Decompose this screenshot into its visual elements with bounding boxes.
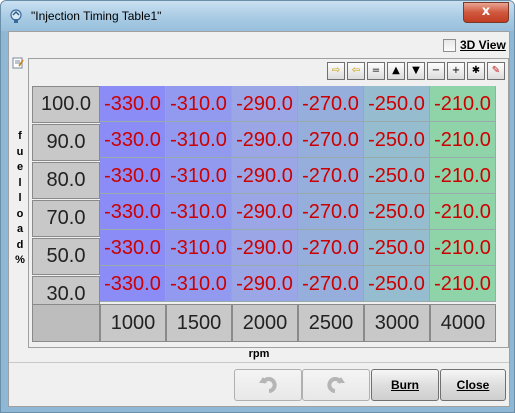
table-cell[interactable]: -290.0 [232,230,298,266]
table-cell[interactable]: -250.0 [364,194,430,230]
view-3d-toggle[interactable]: 3D View [443,37,506,53]
x-axis-label: rpm [248,348,270,360]
table-cell[interactable]: -310.0 [166,158,232,194]
table-cell[interactable]: -270.0 [298,230,364,266]
y-axis-label-letter: o [16,207,24,220]
table-panel: ⇨ ⇦ = ▲ ▼ − + ✱ ✎ 100.0 90.0 80.0 70.0 50.0 30.0 -330… [28,58,509,348]
arrow-right-icon[interactable]: ⇨ [327,62,345,80]
table-cell[interactable]: -310.0 [166,194,232,230]
burn-button[interactable]: Burn [371,369,439,401]
load-axis-cell[interactable]: 80.0 [32,162,100,199]
view-3d-label: 3D View [460,38,506,52]
rpm-axis-cell[interactable]: 2500 [298,304,364,342]
y-axis-label-letter: d [16,238,24,251]
load-axis-cell[interactable]: 90.0 [32,124,100,161]
title-bar[interactable]: "Injection Timing Table1" x [1,1,514,31]
table-cell[interactable]: -210.0 [430,230,496,266]
table-cell[interactable]: -270.0 [298,266,364,302]
table-cell[interactable]: -310.0 [166,86,232,122]
table-cell[interactable]: -330.0 [100,266,166,302]
table-cell[interactable]: -290.0 [232,122,298,158]
y-axis-label-letter: % [15,254,25,266]
y-axis-label-letter: a [16,223,24,235]
decrement-icon[interactable]: ▼ [407,62,425,80]
table-cell[interactable]: -250.0 [364,158,430,194]
rpm-axis-cell[interactable]: 2000 [232,304,298,342]
minus-icon[interactable]: − [427,62,445,80]
table-cell[interactable]: -310.0 [166,266,232,302]
undo-icon [259,377,277,393]
table-toolbar: ⇨ ⇦ = ▲ ▼ − + ✱ ✎ [327,62,505,80]
burn-label: Burn [391,378,419,392]
increment-icon[interactable]: ▲ [387,62,405,80]
table-cell[interactable]: -290.0 [232,266,298,302]
view-3d-checkbox[interactable] [443,38,456,52]
table-row: -330.0 -310.0 -290.0 -270.0 -250.0 -210.0 [100,266,496,302]
axis-corner [32,304,100,342]
timing-grid: -330.0 -310.0 -290.0 -270.0 -250.0 -210.0 -330… [100,86,496,302]
button-bar: Burn Close [9,363,509,406]
table-cell[interactable]: -270.0 [298,194,364,230]
table-cell[interactable]: -290.0 [232,158,298,194]
plus-icon[interactable]: + [447,62,465,80]
window-close-button[interactable]: x [463,2,509,23]
load-axis-cell[interactable]: 70.0 [32,200,100,237]
y-axis-label-letter: e [16,161,24,173]
table-cell[interactable]: -210.0 [430,122,496,158]
edit-table-icon[interactable] [12,57,24,69]
arrow-left-icon[interactable]: ⇦ [347,62,365,80]
table-cell[interactable]: -250.0 [364,122,430,158]
table-cell[interactable]: -290.0 [232,194,298,230]
redo-button[interactable] [302,369,370,401]
table-cell[interactable]: -290.0 [232,86,298,122]
y-axis-label: f u e l l o a d% [12,129,28,289]
rpm-axis-cell[interactable]: 1500 [166,304,232,342]
y-axis-label-letter: f [18,130,22,142]
table-cell[interactable]: -270.0 [298,86,364,122]
table-cell[interactable]: -210.0 [430,158,496,194]
load-axis-cell[interactable]: 50.0 [32,238,100,275]
close-label: Close [456,378,490,392]
table-cell[interactable]: -210.0 [430,266,496,302]
load-axis: 100.0 90.0 80.0 70.0 50.0 30.0 [32,86,100,314]
table-cell[interactable]: -250.0 [364,86,430,122]
table-cell[interactable]: -210.0 [430,194,496,230]
table-cell[interactable]: -330.0 [100,230,166,266]
table-row: -330.0 -310.0 -290.0 -270.0 -250.0 -210.0 [100,158,496,194]
redo-icon [327,377,345,393]
table-cell[interactable]: -250.0 [364,266,430,302]
y-axis-label-letter: u [16,145,24,158]
dialog-window: "Injection Timing Table1" x 3D View fuel… [0,0,515,413]
client-area: 3D View f u e l l o a d% ⇨ ⇦ = ▲ ▼ − + ✱ ✎ 100.0 90.0 80.… [8,31,510,407]
pencil-icon[interactable]: ✎ [487,62,505,80]
rpm-axis-cell[interactable]: 3000 [364,304,430,342]
table-cell[interactable]: -330.0 [100,86,166,122]
y-axis-label-letter: l [18,176,22,189]
table-cell[interactable]: -330.0 [100,158,166,194]
equals-icon[interactable]: = [367,62,385,80]
rpm-axis-cell[interactable]: 1000 [100,304,166,342]
close-button[interactable]: Close [440,369,506,401]
table-cell[interactable]: -330.0 [100,194,166,230]
table-row: -330.0 -310.0 -290.0 -270.0 -250.0 -210.0 [100,86,496,122]
y-axis-label-letter: l [18,192,22,204]
table-cell[interactable]: -270.0 [298,158,364,194]
table-row: -330.0 -310.0 -290.0 -270.0 -250.0 -210.0 [100,230,496,266]
rpm-axis: 1000 1500 2000 2500 3000 4000 [32,304,496,342]
table-cell[interactable]: -250.0 [364,230,430,266]
rpm-axis-cell[interactable]: 4000 [430,304,496,342]
window-title: "Injection Timing Table1" [31,9,162,23]
multiply-icon[interactable]: ✱ [467,62,485,80]
table-row: -330.0 -310.0 -290.0 -270.0 -250.0 -210.0 [100,194,496,230]
table-cell[interactable]: -310.0 [166,230,232,266]
table-cell[interactable]: -330.0 [100,122,166,158]
table-cell[interactable]: -310.0 [166,122,232,158]
app-icon [10,9,22,23]
load-axis-cell[interactable]: 100.0 [32,86,100,123]
table-cell[interactable]: -210.0 [430,86,496,122]
table-row: -330.0 -310.0 -290.0 -270.0 -250.0 -210.0 [100,122,496,158]
undo-button[interactable] [234,369,302,401]
table-cell[interactable]: -270.0 [298,122,364,158]
